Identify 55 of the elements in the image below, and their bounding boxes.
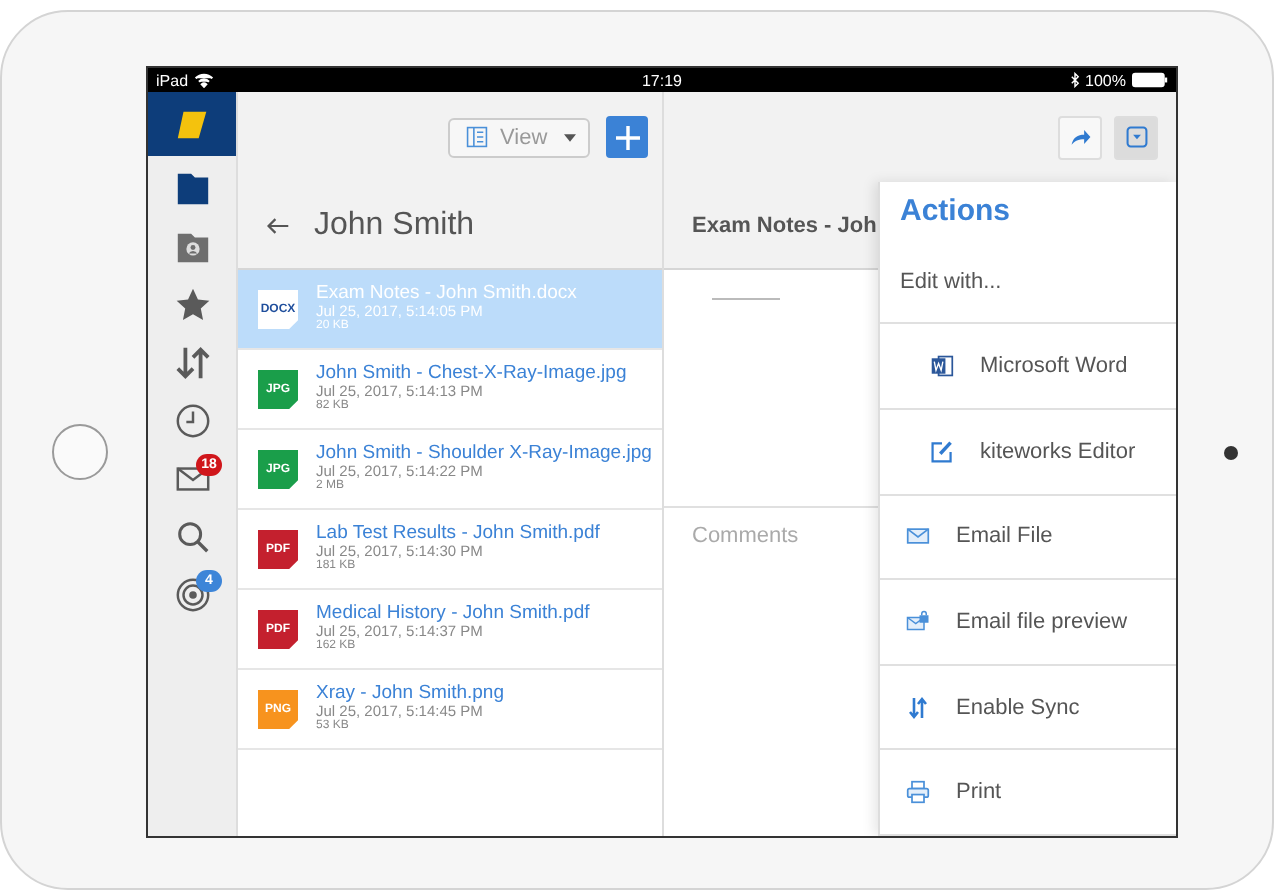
- search-icon: [173, 518, 211, 556]
- comments-label: Comments: [692, 524, 799, 548]
- action-item[interactable]: Email File: [880, 495, 1176, 581]
- file-name: Lab Test Results - John Smith.pdf: [316, 524, 600, 545]
- view-label: View: [500, 125, 548, 149]
- pencil-square-icon: [930, 439, 954, 464]
- action-label: Edit with...: [900, 269, 1002, 294]
- action-item[interactable]: Email file preview: [880, 580, 1176, 666]
- file-name: John Smith - Chest-X-Ray-Image.jpg: [316, 364, 627, 385]
- plus-icon: [615, 125, 639, 149]
- action-label: kiteworks Editor: [980, 439, 1136, 464]
- preview-title: Exam Notes - Joh: [692, 213, 877, 237]
- action-label: Email file preview: [956, 610, 1128, 635]
- envelope-lock-icon: [906, 610, 930, 635]
- camera-dot: [1224, 445, 1238, 459]
- clock-time: 17:19: [641, 71, 683, 89]
- action-label: Print: [956, 780, 1002, 805]
- actions-title: Actions: [900, 193, 1011, 228]
- file-name: John Smith - Shoulder X-Ray-Image.jpg: [316, 444, 652, 465]
- action-label: Enable Sync: [956, 695, 1080, 720]
- folder-title: John Smith: [314, 207, 475, 243]
- action-item[interactable]: Enable Sync: [880, 665, 1176, 751]
- bluetooth-icon: [1069, 72, 1080, 88]
- file-name: Xray - John Smith.png: [316, 684, 504, 705]
- dropdown-square-icon: [1125, 126, 1147, 148]
- action-label: Email File: [956, 524, 1053, 549]
- clock-icon: [173, 402, 211, 440]
- device-name: iPad: [156, 71, 189, 89]
- share-button[interactable]: [1058, 115, 1102, 159]
- file-name: Medical History - John Smith.pdf: [316, 604, 590, 625]
- folder-icon: [173, 170, 211, 208]
- action-label: Microsoft Word: [980, 354, 1128, 379]
- user-folder-icon: [173, 228, 211, 266]
- printer-icon: [906, 780, 930, 805]
- editor-option[interactable]: kiteworks Editor: [880, 410, 1176, 496]
- list-view-icon: [466, 126, 488, 148]
- share-arrow-icon: [1069, 126, 1091, 148]
- file-name: Exam Notes - John Smith.docx: [316, 284, 577, 305]
- caret-icon: [564, 133, 576, 141]
- actions-menu-button[interactable]: [1114, 115, 1158, 159]
- logo-nav-item[interactable]: [148, 92, 236, 156]
- back-arrow-icon[interactable]: [266, 215, 290, 235]
- battery-level: 100%: [1085, 71, 1126, 89]
- sort-arrows-icon: [173, 344, 211, 382]
- add-button[interactable]: [606, 116, 648, 158]
- document-w-icon: [930, 354, 954, 379]
- editor-option[interactable]: Microsoft Word: [880, 324, 1176, 411]
- target-icon: [173, 576, 211, 614]
- battery-icon: [1132, 72, 1168, 88]
- envelope-icon: [906, 524, 930, 549]
- action-item[interactable]: Print: [880, 750, 1176, 836]
- star-icon: [173, 286, 211, 324]
- sort-arrows-icon: [906, 695, 930, 720]
- wifi-icon: [194, 72, 215, 88]
- home-button[interactable]: [52, 424, 108, 480]
